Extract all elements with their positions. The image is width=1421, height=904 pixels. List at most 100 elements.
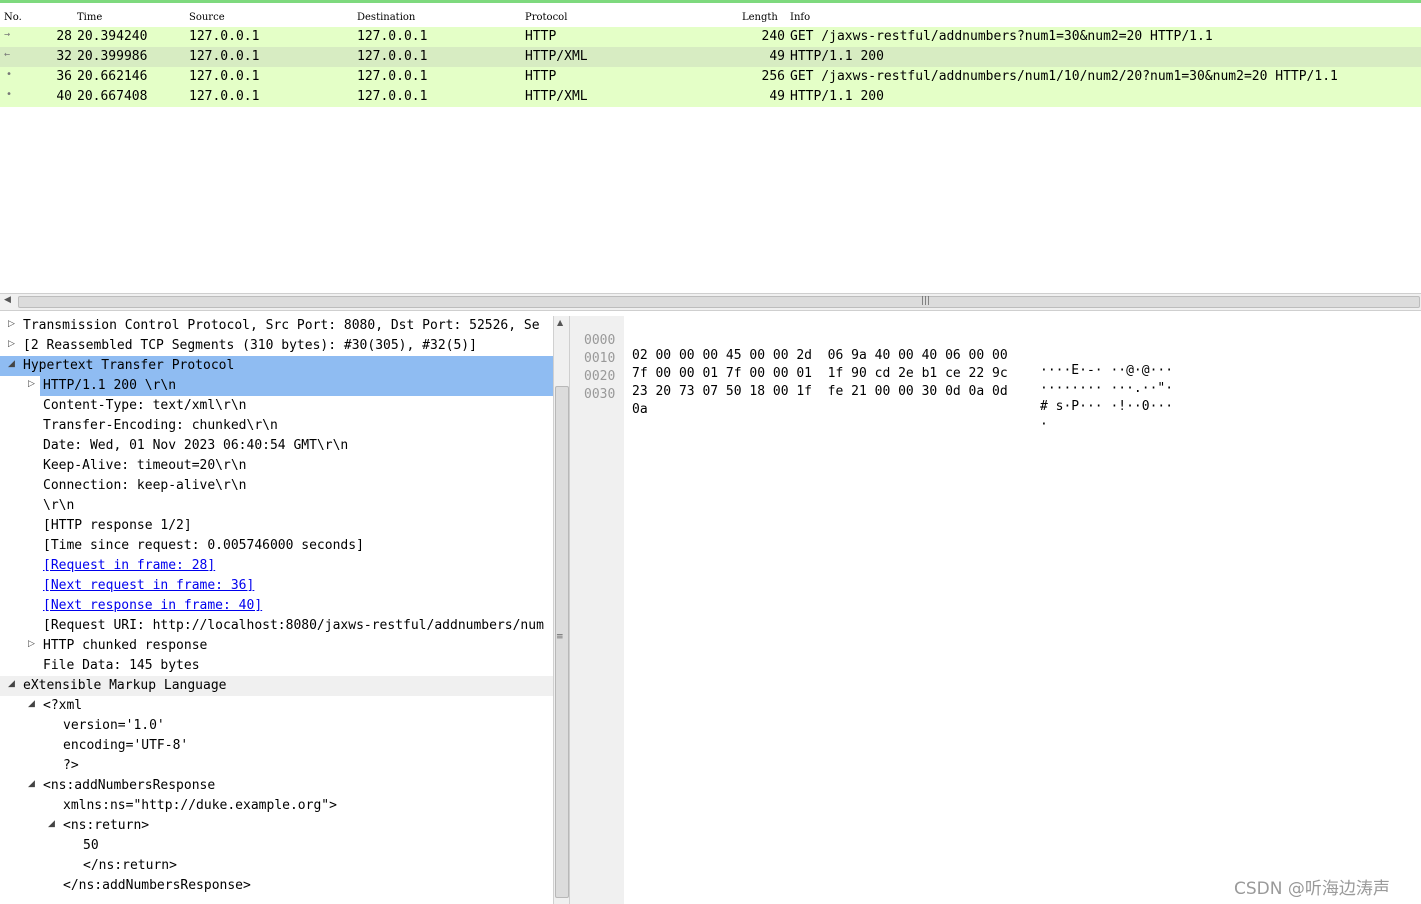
bytes-pane[interactable]: 0000 02 00 00 00 45 00 00 2d 06 9a 40 00…: [576, 316, 1421, 904]
packet-no: 28: [56, 29, 72, 44]
tree-item-xmlns[interactable]: xmlns:ns="http://duke.example.org">: [0, 796, 553, 816]
tree-item-label: Connection: keep-alive\r\n: [43, 478, 247, 493]
hex-row[interactable]: 0030 0a ·: [576, 372, 1421, 432]
packet-destination: 127.0.0.1: [357, 69, 428, 84]
tree-item-chunked[interactable]: ▷ HTTP chunked response: [0, 636, 553, 656]
tree-item-date[interactable]: Date: Wed, 01 Nov 2023 06:40:54 GMT\r\n: [0, 436, 553, 456]
frame-link[interactable]: [Request in frame: 28]: [43, 558, 215, 573]
packet-info: GET /jaxws-restful/addnumbers?num1=30&nu…: [790, 29, 1213, 44]
packet-row[interactable]: • 40 20.667408 127.0.0.1 127.0.0.1 HTTP/…: [0, 87, 1421, 107]
packet-source: 127.0.0.1: [189, 29, 260, 44]
tree-item-next-response[interactable]: [Next response in frame: 40]: [0, 596, 553, 616]
packet-details-tree[interactable]: ▷ Transmission Control Protocol, Src Port…: [0, 316, 553, 904]
collapse-triangle-icon[interactable]: ◢: [28, 779, 35, 789]
hex-bytes[interactable]: 0a: [632, 402, 648, 417]
collapse-triangle-icon[interactable]: ◢: [8, 359, 15, 369]
packet-info: HTTP/1.1 200: [790, 89, 884, 104]
tree-item-xml-encoding[interactable]: encoding='UTF-8': [0, 736, 553, 756]
tree-item-crlf[interactable]: \r\n: [0, 496, 553, 516]
tree-item-label: <?xml: [43, 698, 83, 713]
col-destination-header[interactable]: Destination: [357, 12, 415, 23]
col-length-header[interactable]: Length: [742, 12, 778, 23]
col-time-header[interactable]: Time: [77, 12, 102, 23]
scrollbar-thumb[interactable]: [555, 386, 569, 898]
expand-triangle-icon[interactable]: ▷: [8, 319, 15, 329]
request-arrow-icon: →: [4, 29, 11, 40]
packet-source: 127.0.0.1: [189, 49, 260, 64]
tree-item-transfer-encoding[interactable]: Transfer-Encoding: chunked\r\n: [0, 416, 553, 436]
hex-row[interactable]: 0010 7f 00 00 01 7f 00 00 01 1f 90 cd 2e…: [576, 336, 1421, 396]
packet-source: 127.0.0.1: [189, 69, 260, 84]
tree-item-connection[interactable]: Connection: keep-alive\r\n: [0, 476, 553, 496]
packet-destination: 127.0.0.1: [357, 29, 428, 44]
packet-length: 256: [761, 69, 785, 84]
packet-time: 20.662146: [77, 69, 148, 84]
expand-triangle-icon[interactable]: ▷: [8, 339, 15, 349]
tree-item-addnumbers-response[interactable]: ◢ <ns:addNumbersResponse: [0, 776, 553, 796]
tree-item-return-value[interactable]: 50: [0, 836, 553, 856]
tree-item-label: HTTP chunked response: [43, 638, 208, 653]
tree-item-label: ?>: [63, 758, 79, 773]
tree-item-http[interactable]: ◢ Hypertext Transfer Protocol: [0, 356, 553, 376]
collapse-triangle-icon[interactable]: ◢: [48, 819, 55, 829]
related-dot-icon: •: [6, 69, 13, 80]
collapse-triangle-icon[interactable]: ◢: [28, 699, 35, 709]
tree-item-label: xmlns:ns="http://duke.example.org">: [63, 798, 337, 813]
tree-item-xml[interactable]: ◢ eXtensible Markup Language: [0, 676, 553, 696]
ascii-bytes[interactable]: ·: [1040, 417, 1048, 432]
packet-length: 240: [761, 29, 785, 44]
frame-link[interactable]: [Next request in frame: 36]: [43, 578, 254, 593]
tree-item-time-since-request[interactable]: [Time since request: 0.005746000 seconds…: [0, 536, 553, 556]
tree-item-request-in-frame[interactable]: [Request in frame: 28]: [0, 556, 553, 576]
col-source-header[interactable]: Source: [189, 12, 225, 23]
scroll-left-arrow-icon[interactable]: ◀: [4, 295, 11, 305]
tree-item-label: [HTTP response 1/2]: [43, 518, 192, 533]
tree-item-label: Content-Type: text/xml\r\n: [43, 398, 247, 413]
details-vertical-scrollbar[interactable]: ▲ ≡: [553, 316, 569, 904]
packet-source: 127.0.0.1: [189, 89, 260, 104]
packet-time: 20.667408: [77, 89, 148, 104]
tree-item-next-request[interactable]: [Next request in frame: 36]: [0, 576, 553, 596]
col-no-header[interactable]: No.: [4, 12, 22, 23]
hex-row[interactable]: 0000 02 00 00 00 45 00 00 2d 06 9a 40 00…: [576, 318, 1421, 378]
packet-protocol: HTTP: [525, 69, 557, 84]
tree-item-xml-decl[interactable]: ◢ <?xml: [0, 696, 553, 716]
packet-row[interactable]: → 28 20.394240 127.0.0.1 127.0.0.1 HTTP …: [0, 27, 1421, 47]
packet-no: 32: [56, 49, 72, 64]
hex-row[interactable]: 0020 23 20 73 07 50 18 00 1f fe 21 00 00…: [576, 354, 1421, 414]
tree-item-xml-decl-end[interactable]: ?>: [0, 756, 553, 776]
packet-length: 49: [769, 49, 785, 64]
tree-item-addnumbers-response-end[interactable]: </ns:addNumbersResponse>: [0, 876, 553, 896]
tree-item-label: 50: [83, 838, 99, 853]
frame-link[interactable]: [Next response in frame: 40]: [43, 598, 262, 613]
tree-item-label: </ns:addNumbersResponse>: [63, 878, 251, 893]
tree-item-status-line[interactable]: ▷ HTTP/1.1 200 \r\n: [0, 376, 553, 396]
col-info-header[interactable]: Info: [790, 12, 810, 23]
packet-row[interactable]: • 36 20.662146 127.0.0.1 127.0.0.1 HTTP …: [0, 67, 1421, 87]
tree-item-label: <ns:addNumbersResponse: [43, 778, 216, 793]
scroll-up-arrow-icon[interactable]: ▲: [557, 318, 563, 327]
packet-no: 36: [56, 69, 72, 84]
tree-item-reassembled[interactable]: ▷ [2 Reassembled TCP Segments (310 bytes)…: [0, 336, 553, 356]
expand-triangle-icon[interactable]: ▷: [28, 639, 35, 649]
ascii-bytes[interactable]: # s·P··· ·!··0···: [1040, 399, 1173, 414]
collapse-triangle-icon[interactable]: ◢: [8, 679, 15, 689]
tree-item-label: [Request URI: http://localhost:8080/jaxw…: [43, 618, 544, 633]
tree-item-file-data[interactable]: File Data: 145 bytes: [0, 656, 553, 676]
col-protocol-header[interactable]: Protocol: [525, 12, 567, 23]
tree-item-keep-alive[interactable]: Keep-Alive: timeout=20\r\n: [0, 456, 553, 476]
tree-item-http-response[interactable]: [HTTP response 1/2]: [0, 516, 553, 536]
tree-item-xml-version[interactable]: version='1.0': [0, 716, 553, 736]
tree-item-request-uri[interactable]: [Request URI: http://localhost:8080/jaxw…: [0, 616, 553, 636]
packet-list-horizontal-scrollbar[interactable]: ◀ |||: [0, 293, 1421, 311]
packet-list[interactable]: No. Time Source Destination Protocol Len…: [0, 3, 1421, 293]
tree-item-return[interactable]: ◢ <ns:return>: [0, 816, 553, 836]
tree-item-content-type[interactable]: Content-Type: text/xml\r\n: [0, 396, 553, 416]
packet-row-selected[interactable]: ← 32 20.399986 127.0.0.1 127.0.0.1 HTTP/…: [0, 47, 1421, 67]
packet-protocol: HTTP/XML: [525, 89, 588, 104]
tree-item-return-end[interactable]: </ns:return>: [0, 856, 553, 876]
tree-item-label: [Time since request: 0.005746000 seconds…: [43, 538, 364, 553]
expand-triangle-icon[interactable]: ▷: [28, 379, 35, 389]
tree-item-tcp[interactable]: ▷ Transmission Control Protocol, Src Port…: [0, 316, 553, 336]
scrollbar-thumb[interactable]: |||: [18, 296, 1420, 308]
